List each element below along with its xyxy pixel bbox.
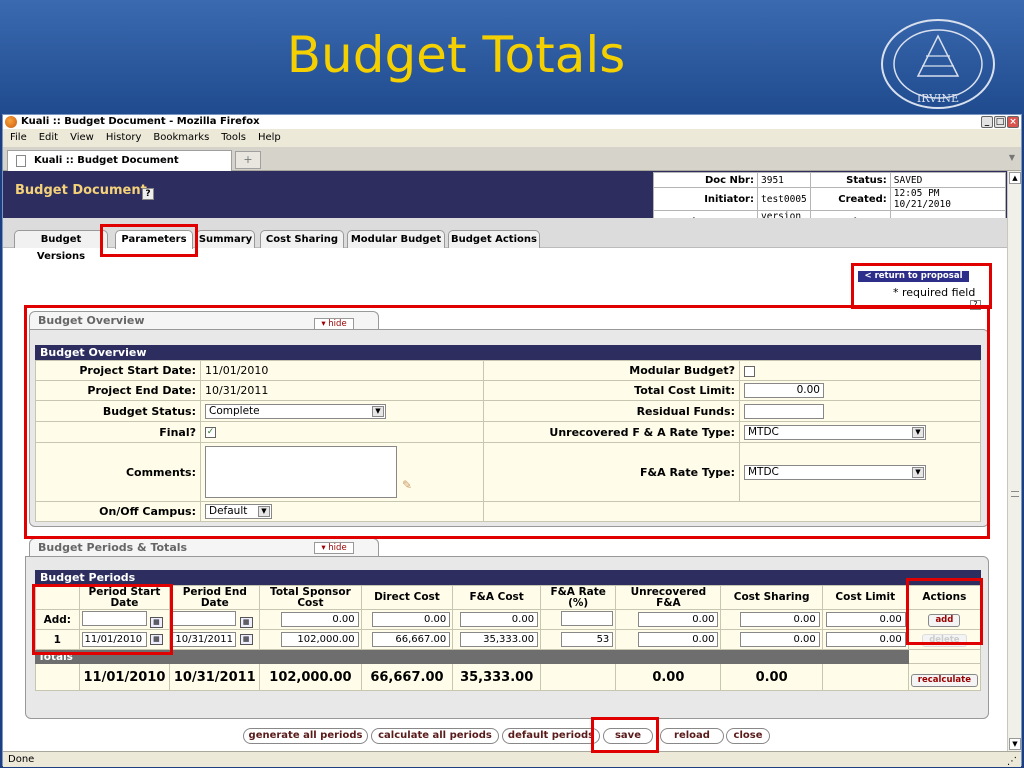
- panel-title: Budget Periods & Totals: [38, 541, 188, 554]
- col-unrecovered-fa: Unrecovered F&A: [615, 585, 722, 610]
- cost-limit-input[interactable]: 0.00: [825, 612, 906, 627]
- doc-nbr-label: Doc Nbr:: [653, 172, 758, 188]
- table-row: 1 11/01/2010 ▦ 10/31/2011 ▦ 102,000.00 6…: [35, 629, 982, 650]
- tab-modular-budget[interactable]: Modular Budget: [347, 230, 445, 248]
- menu-tools[interactable]: Tools: [221, 129, 246, 147]
- created-label: Created:: [809, 187, 891, 211]
- menu-view[interactable]: View: [70, 129, 94, 147]
- highlight-save-button: [591, 717, 659, 753]
- totals-row: 11/01/2010 10/31/2011 102,000.00 66,667.…: [35, 663, 982, 691]
- period-end-input[interactable]: [172, 610, 237, 626]
- browser-tab-label: Kuali :: Budget Document: [34, 155, 179, 166]
- col-cost-limit: Cost Limit: [821, 585, 909, 610]
- calendar-icon[interactable]: ▦: [239, 617, 253, 628]
- hide-button[interactable]: ▾ hide: [314, 542, 354, 554]
- menu-history[interactable]: History: [106, 129, 142, 147]
- cost-sharing-input[interactable]: 0.00: [739, 612, 820, 627]
- close-button[interactable]: close: [726, 728, 770, 744]
- scroll-up-icon[interactable]: ▲: [1009, 172, 1021, 184]
- direct-cost-input[interactable]: 0.00: [372, 612, 451, 627]
- status-text: Done: [8, 754, 35, 765]
- total-sponsor-input[interactable]: 0.00: [280, 612, 359, 627]
- total-direct: 66,667.00: [360, 663, 454, 691]
- menu-edit[interactable]: Edit: [39, 129, 58, 147]
- tab-list-icon[interactable]: ▼: [1009, 153, 1015, 162]
- total-start: 11/01/2010: [78, 663, 171, 691]
- browser-tab[interactable]: Kuali :: Budget Document: [7, 150, 232, 171]
- vertical-scrollbar[interactable]: ▲ ▼: [1007, 171, 1021, 751]
- scroll-down-icon[interactable]: ▼: [1009, 738, 1021, 750]
- page-icon: [16, 155, 26, 167]
- total-end: 10/31/2011: [169, 663, 261, 691]
- highlight-return-button: [851, 263, 992, 309]
- col-fa-rate: F&A Rate (%): [540, 585, 617, 610]
- fa-cost-input[interactable]: 0.00: [460, 612, 539, 627]
- fa-cost-input[interactable]: 35,333.00: [460, 632, 539, 647]
- period-end-input[interactable]: 10/31/2011: [172, 632, 237, 647]
- table-row: Add: ▦ ▦ 0.00 0.00 0.00 0.00 0.00 0.00 a…: [35, 609, 982, 630]
- close-icon[interactable]: ×: [1007, 116, 1019, 128]
- col-fa-cost: F&A Cost: [452, 585, 542, 610]
- page-title: Budget Document: [15, 183, 147, 198]
- document-header: Budget Document ? Doc Nbr: 3951 Status: …: [3, 171, 1007, 234]
- hide-label: hide: [328, 543, 347, 553]
- help-icon[interactable]: ?: [142, 188, 154, 200]
- calculate-all-periods-button[interactable]: calculate all periods: [371, 728, 499, 744]
- resize-grip-icon[interactable]: ⋰: [1007, 754, 1017, 768]
- col-cost-sharing: Cost Sharing: [720, 585, 823, 610]
- window-titlebar: Kuali :: Budget Document - Mozilla Firef…: [3, 115, 1021, 129]
- section-header: Budget Periods: [35, 570, 981, 585]
- total-fa: 35,333.00: [452, 663, 542, 691]
- tab-summary[interactable]: Summary: [196, 230, 255, 248]
- budget-periods-table: Period Start Date Period End Date Total …: [35, 585, 982, 691]
- menu-bookmarks[interactable]: Bookmarks: [153, 129, 209, 147]
- menu-help[interactable]: Help: [258, 129, 281, 147]
- window-title: Kuali :: Budget Document - Mozilla Firef…: [21, 116, 260, 127]
- tab-budget-actions[interactable]: Budget Actions: [448, 230, 540, 248]
- status-label: Status:: [809, 172, 891, 188]
- default-periods-button[interactable]: default periods: [502, 728, 600, 744]
- highlight-budget-overview: [24, 305, 990, 539]
- svg-text:IRVINE: IRVINE: [917, 92, 959, 105]
- initiator-label: Initiator:: [653, 187, 758, 211]
- new-tab-button[interactable]: +: [235, 151, 261, 169]
- col-period-end: Period End Date: [169, 585, 261, 610]
- maximize-icon[interactable]: □: [994, 116, 1006, 128]
- firefox-icon: [5, 116, 17, 128]
- highlight-parameters-tab: [100, 224, 198, 257]
- university-seal-logo: IRVINE: [881, 19, 995, 109]
- doc-nbr-value: 3951: [757, 172, 811, 188]
- col-total-sponsor: Total Sponsor Cost: [259, 585, 362, 610]
- scroll-grip[interactable]: [1011, 491, 1019, 497]
- unrecovered-fa-input[interactable]: 0.00: [638, 612, 719, 627]
- highlight-period-start: [32, 584, 173, 655]
- total-unrecovered: 0.00: [615, 663, 722, 691]
- recalculate-button[interactable]: recalculate: [910, 674, 978, 687]
- total-cost-sharing: 0.00: [720, 663, 823, 691]
- total-sponsor: 102,000.00: [259, 663, 362, 691]
- slide-title: Budget Totals: [286, 26, 626, 84]
- tab-cost-sharing[interactable]: Cost Sharing: [260, 230, 344, 248]
- fa-rate-input[interactable]: [561, 610, 614, 626]
- col-direct-cost: Direct Cost: [360, 585, 454, 610]
- highlight-actions: [906, 578, 983, 645]
- status-bar: Done ⋰: [3, 751, 1021, 767]
- unrecovered-fa-input[interactable]: 0.00: [638, 632, 719, 647]
- total-sponsor-input[interactable]: 102,000.00: [280, 632, 359, 647]
- menu-file[interactable]: File: [10, 129, 27, 147]
- cost-limit-input[interactable]: 0.00: [825, 632, 906, 647]
- status-value: SAVED: [889, 172, 1006, 188]
- initiator-value: test0005: [757, 187, 811, 211]
- direct-cost-input[interactable]: 66,667.00: [372, 632, 451, 647]
- minimize-icon[interactable]: _: [981, 116, 993, 128]
- cost-sharing-input[interactable]: 0.00: [739, 632, 820, 647]
- generate-all-periods-button[interactable]: generate all periods: [243, 728, 368, 744]
- reload-button[interactable]: reload: [660, 728, 724, 744]
- browser-tab-bar: Kuali :: Budget Document + ▼: [3, 147, 1021, 171]
- created-value: 12:05 PM 10/21/2010: [889, 187, 1006, 211]
- menu-bar: File Edit View History Bookmarks Tools H…: [3, 129, 1021, 147]
- tab-budget-versions[interactable]: Budget Versions: [14, 230, 108, 262]
- fa-rate-input[interactable]: 53: [561, 632, 614, 647]
- calendar-icon[interactable]: ▦: [239, 633, 253, 645]
